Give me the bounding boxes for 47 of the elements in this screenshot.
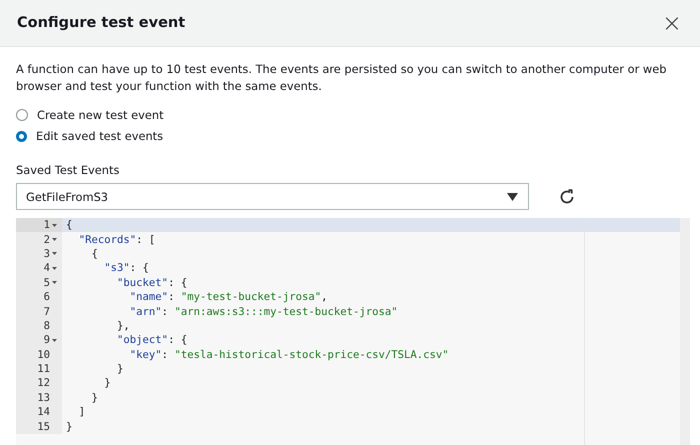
line-number: 5 [44,276,50,289]
code-line: } [116,363,124,376]
code-line: "s3": { [103,262,149,274]
line-number: 13 [37,392,50,404]
saved-events-dropdown[interactable]: GetFileFromS3 [16,183,529,210]
line-number: 4 [44,262,50,274]
line-number: 1 [44,219,50,232]
line-number: 10 [37,348,50,361]
code-line: "Records": [ [78,234,156,246]
code-line: } [65,420,72,433]
line-number: 9 [44,334,50,346]
radio-button[interactable] [16,130,27,142]
code-line: { [90,248,98,260]
fold-icon[interactable] [52,252,57,256]
code-line: "object": { [116,334,188,346]
line-number: 11 [37,363,50,376]
fold-icon[interactable] [52,281,57,284]
radio-label[interactable]: Create new test event [37,108,164,122]
close-button[interactable]: × [662,11,682,35]
fold-icon[interactable] [52,238,57,242]
code-line: "name": "my-test-bucket-jrosa", [128,291,328,304]
code-line: ] [78,406,86,418]
radio-button[interactable] [16,109,28,121]
dialog-title: Configure test event [17,15,186,31]
code-line: "bucket": { [116,276,188,289]
line-number: 3 [44,248,50,260]
fold-icon[interactable] [52,266,57,270]
refresh-icon[interactable] [559,188,575,204]
line-number: 2 [44,234,50,246]
line-number: 7 [44,306,50,318]
code-line: "arn": "arn:aws:s3:::my-test-bucket-jrosa" [128,306,398,318]
code-line: "key": "tesla-historical-stock-price-csv/TSLA.csv" [128,348,449,361]
line-number: 12 [37,377,50,390]
code-line: { [65,219,72,232]
field-label: Saved Test Events [16,163,120,177]
code-line: } [103,377,111,390]
code-line: }, [116,320,130,332]
caret-icon [507,192,518,200]
code-line: } [90,392,98,404]
line-number: 14 [37,406,50,418]
fold-icon[interactable] [52,224,57,227]
line-number: 6 [44,291,50,304]
fold-icon[interactable] [52,338,57,342]
description-text: A function can have up to 10 test events. The events are persisted so you can switch to another computer or web browser and test your function with the same events. [16,61,668,95]
line-number: 15 [37,420,50,433]
radio-label[interactable]: Edit saved test events [36,129,164,143]
line-number: 8 [44,320,50,332]
